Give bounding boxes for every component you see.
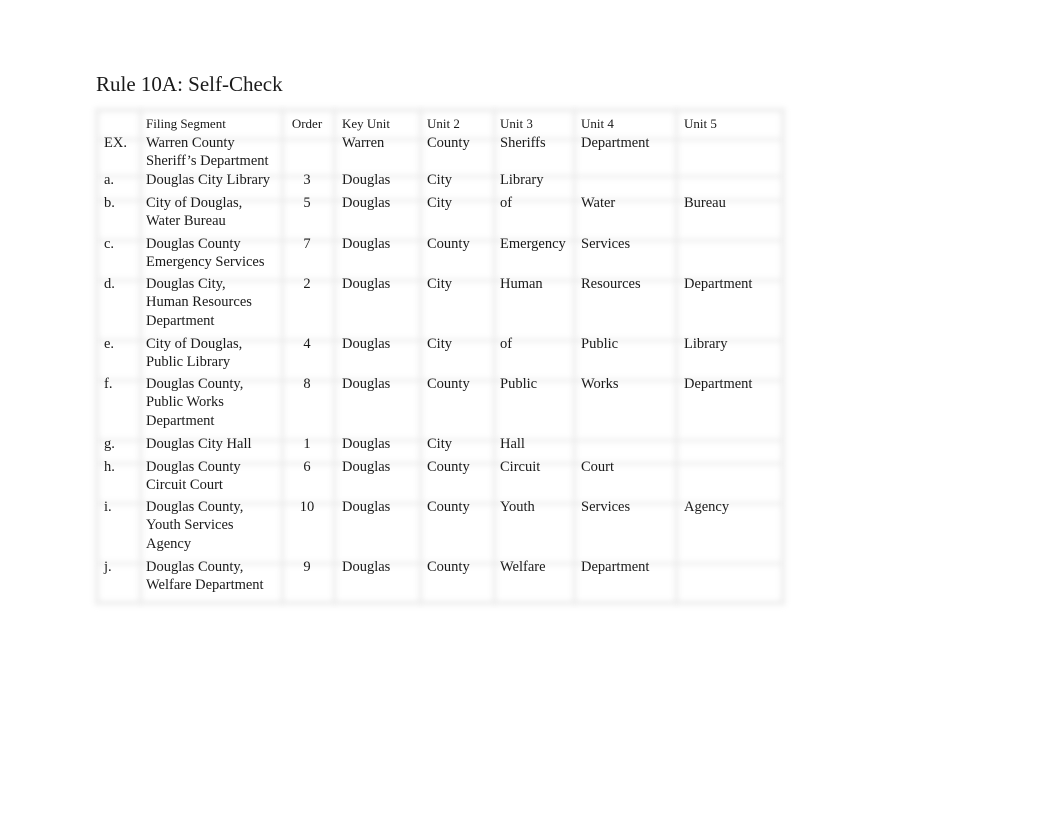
row-label-cell: j. xyxy=(104,559,112,575)
filing-segment-cell: City of Douglas, Water Bureau xyxy=(146,195,243,230)
unit-2-cell: County xyxy=(427,499,470,515)
unit-3-cell: of xyxy=(500,336,513,352)
filing-segment-cell: Douglas County Circuit Court xyxy=(146,459,241,494)
row-label-cell: f. xyxy=(104,376,113,392)
unit-4-cell: Department xyxy=(581,559,650,575)
unit-3-cell: Human xyxy=(500,276,543,292)
filing-segment-cell: Douglas City Library xyxy=(146,172,271,188)
grid-line xyxy=(493,108,496,605)
filing-segment-cell: Douglas County, Public Works Department xyxy=(146,376,244,429)
row-label-cell: e. xyxy=(104,336,115,352)
unit-3-cell: Sheriffs xyxy=(500,135,546,151)
unit-3-cell: Circuit xyxy=(500,459,541,475)
unit-3-cell: Welfare xyxy=(500,559,546,575)
row-label-cell: c. xyxy=(104,236,115,252)
header-filing-segment: Filing Segment xyxy=(146,116,226,131)
grid-line xyxy=(281,108,284,605)
unit-4-cell: Services xyxy=(581,236,631,252)
key-unit-cell: Douglas xyxy=(342,499,391,515)
filing-segment-cell: Warren County Sheriff’s Department xyxy=(146,135,269,170)
filing-segment-cell: Douglas County Emergency Services xyxy=(146,236,265,271)
unit-2-cell: County xyxy=(427,236,470,252)
filing-segment-cell: Douglas County, Youth Services Agency xyxy=(146,499,244,552)
key-unit-cell: Douglas xyxy=(342,172,391,188)
order-number-cell: 9 xyxy=(303,559,311,575)
key-unit-cell: Douglas xyxy=(342,276,391,292)
order-number-cell: 6 xyxy=(303,459,311,475)
unit-5-cell: Library xyxy=(684,336,728,352)
grid-line xyxy=(419,108,422,605)
key-unit-cell: Douglas xyxy=(342,459,391,475)
row-label-cell: i. xyxy=(104,499,112,515)
order-number-cell: 10 xyxy=(299,499,315,515)
filing-segment-cell: Douglas City Hall xyxy=(146,436,252,452)
grid-line xyxy=(333,108,336,605)
row-label-cell: a. xyxy=(104,172,115,188)
order-number-cell: 1 xyxy=(303,436,311,452)
row-label-cell: b. xyxy=(104,195,115,211)
filing-segment-cell: Douglas City, Human Resources Department xyxy=(146,276,252,329)
header-unit-5: Unit 5 xyxy=(684,116,717,131)
unit-4-cell: Services xyxy=(581,499,631,515)
unit-5-cell: Department xyxy=(684,376,753,392)
unit-4-cell: Water xyxy=(581,195,616,211)
unit-5-cell: Agency xyxy=(684,499,730,515)
unit-4-cell: Public xyxy=(581,336,619,352)
key-unit-cell: Douglas xyxy=(342,195,391,211)
unit-2-cell: County xyxy=(427,459,470,475)
grid-line xyxy=(675,108,678,605)
unit-5-cell: Department xyxy=(684,276,753,292)
key-unit-cell: Douglas xyxy=(342,376,391,392)
order-number-cell: 4 xyxy=(303,336,311,352)
unit-2-cell: City xyxy=(427,172,452,188)
unit-2-cell: City xyxy=(427,436,452,452)
unit-4-cell: Works xyxy=(581,376,619,392)
key-unit-cell: Douglas xyxy=(342,436,391,452)
unit-5-cell: Bureau xyxy=(684,195,726,211)
header-unit-4: Unit 4 xyxy=(581,116,614,131)
order-number-cell: 3 xyxy=(303,172,311,188)
order-number-cell: 2 xyxy=(303,276,311,292)
unit-2-cell: County xyxy=(427,135,470,151)
grid-line xyxy=(139,108,142,605)
key-unit-cell: Douglas xyxy=(342,236,391,252)
unit-3-cell: Public xyxy=(500,376,538,392)
order-number-cell: 5 xyxy=(303,195,311,211)
unit-2-cell: County xyxy=(427,559,470,575)
order-number-cell: 7 xyxy=(303,236,311,252)
unit-2-cell: County xyxy=(427,376,470,392)
unit-2-cell: City xyxy=(427,276,452,292)
unit-3-cell: of xyxy=(500,195,513,211)
filing-segment-cell: City of Douglas, Public Library xyxy=(146,336,243,371)
key-unit-cell: Warren xyxy=(342,135,385,151)
key-unit-cell: Douglas xyxy=(342,336,391,352)
unit-4-cell: Department xyxy=(581,135,650,151)
row-label-cell: d. xyxy=(104,276,115,292)
grid-line xyxy=(573,108,576,605)
unit-3-cell: Emergency xyxy=(500,236,566,252)
row-label-cell: g. xyxy=(104,436,115,452)
order-number-cell: 8 xyxy=(303,376,311,392)
filing-segment-cell: Douglas County, Welfare Department xyxy=(146,559,264,594)
page-title: Rule 10A: Self-Check xyxy=(96,72,283,96)
row-label-cell: EX. xyxy=(104,135,127,151)
unit-2-cell: City xyxy=(427,195,452,211)
unit-2-cell: City xyxy=(427,336,452,352)
header-order: Order xyxy=(291,116,323,131)
header-key-unit: Key Unit xyxy=(342,116,391,131)
header-unit-3: Unit 3 xyxy=(500,116,533,131)
unit-4-cell: Resources xyxy=(581,276,641,292)
unit-3-cell: Hall xyxy=(500,436,525,452)
header-unit-2: Unit 2 xyxy=(427,116,460,131)
unit-4-cell: Court xyxy=(581,459,615,475)
unit-3-cell: Library xyxy=(500,172,544,188)
self-check-table: Filing Segment Order Key Unit Unit 2 Uni… xyxy=(95,108,785,605)
unit-3-cell: Youth xyxy=(500,499,535,515)
row-label-cell: h. xyxy=(104,459,115,475)
key-unit-cell: Douglas xyxy=(342,559,391,575)
